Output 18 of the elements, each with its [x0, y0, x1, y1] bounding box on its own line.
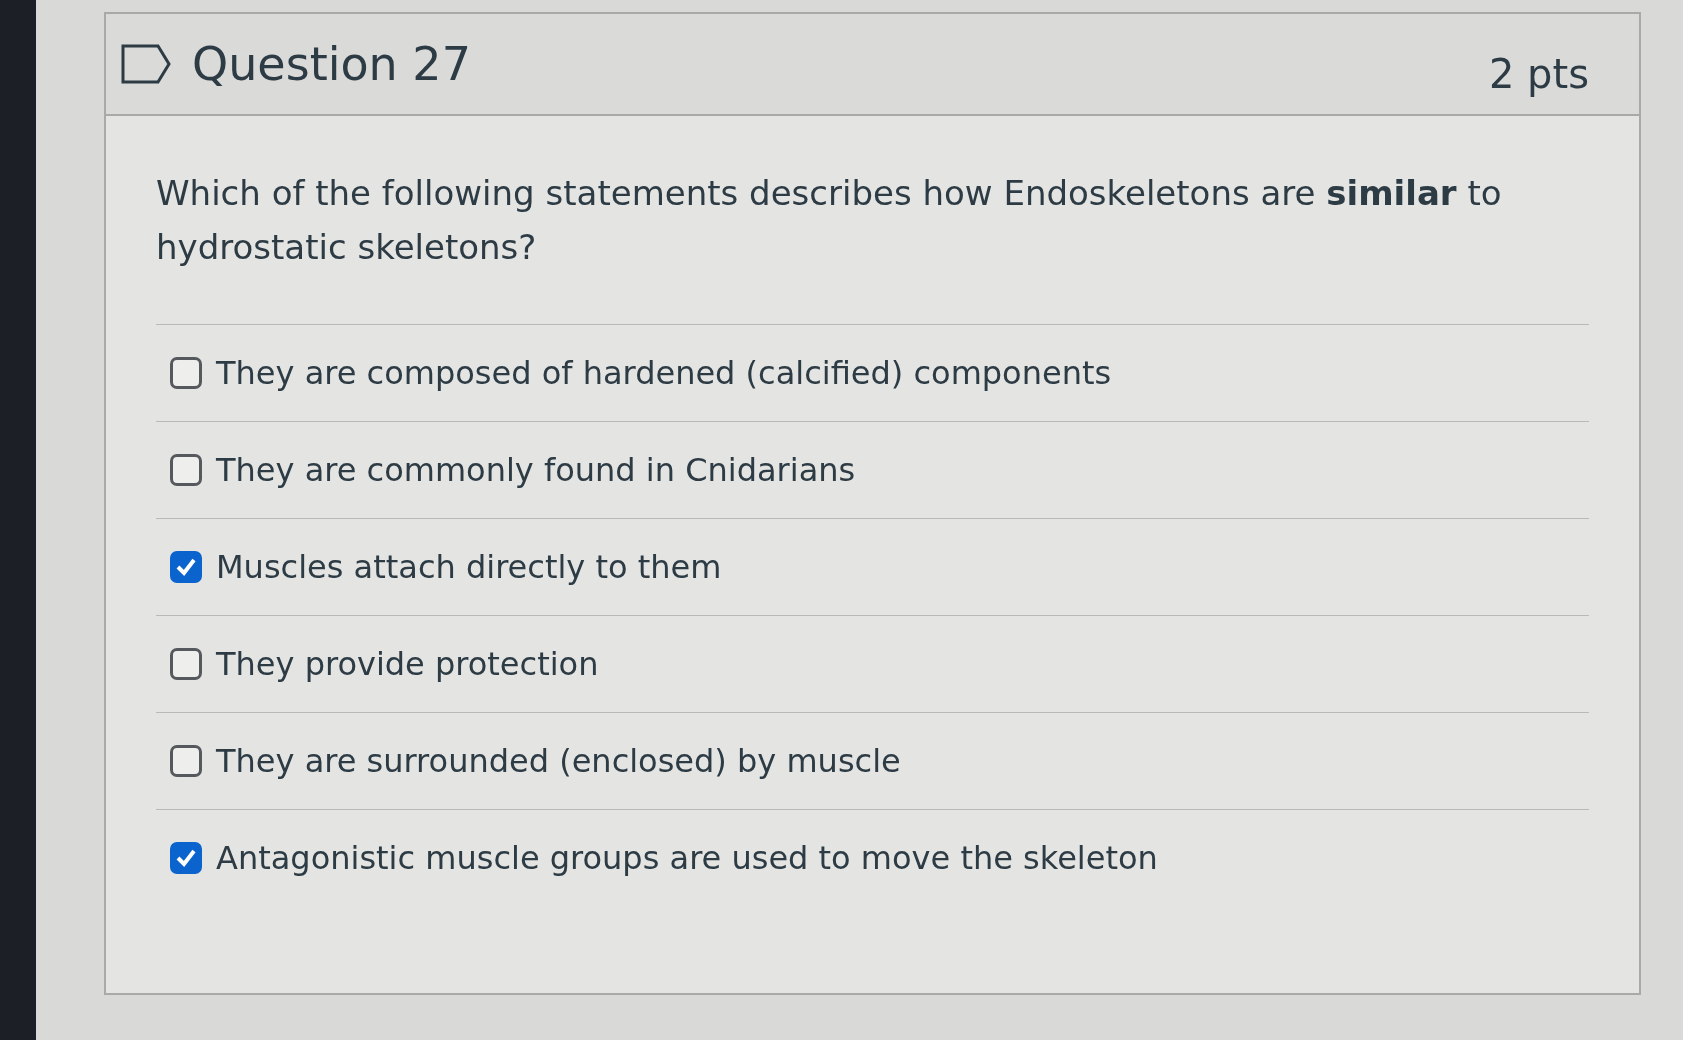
answer-checkbox[interactable]: [170, 842, 202, 874]
answer-checkbox[interactable]: [170, 454, 202, 486]
answer-label: Muscles attach directly to them: [216, 548, 722, 586]
checkmark-icon: [175, 557, 197, 577]
answer-label: They provide protection: [216, 645, 599, 683]
answer-label: They are composed of hardened (calcified) components: [216, 354, 1112, 392]
checkmark-icon: [175, 848, 197, 868]
question-text: Which of the following statements describes how Endoskeletons are similar to hydrostatic skeletons?: [156, 166, 1589, 325]
answer-label: They are commonly found in Cnidarians: [216, 451, 856, 489]
answer-checkbox[interactable]: [170, 357, 202, 389]
answer-checkbox[interactable]: [170, 648, 202, 680]
points-label: 2 pts: [1488, 51, 1589, 97]
answer-label: They are surrounded (enclosed) by muscle: [216, 742, 901, 780]
bookmark-icon[interactable]: [120, 43, 172, 85]
answer-checkbox[interactable]: [170, 551, 202, 583]
answer-checkbox[interactable]: [170, 745, 202, 777]
question-title: Question 27: [192, 37, 472, 91]
answer-label: Antagonistic muscle groups are used to move the skeleton: [216, 839, 1158, 877]
